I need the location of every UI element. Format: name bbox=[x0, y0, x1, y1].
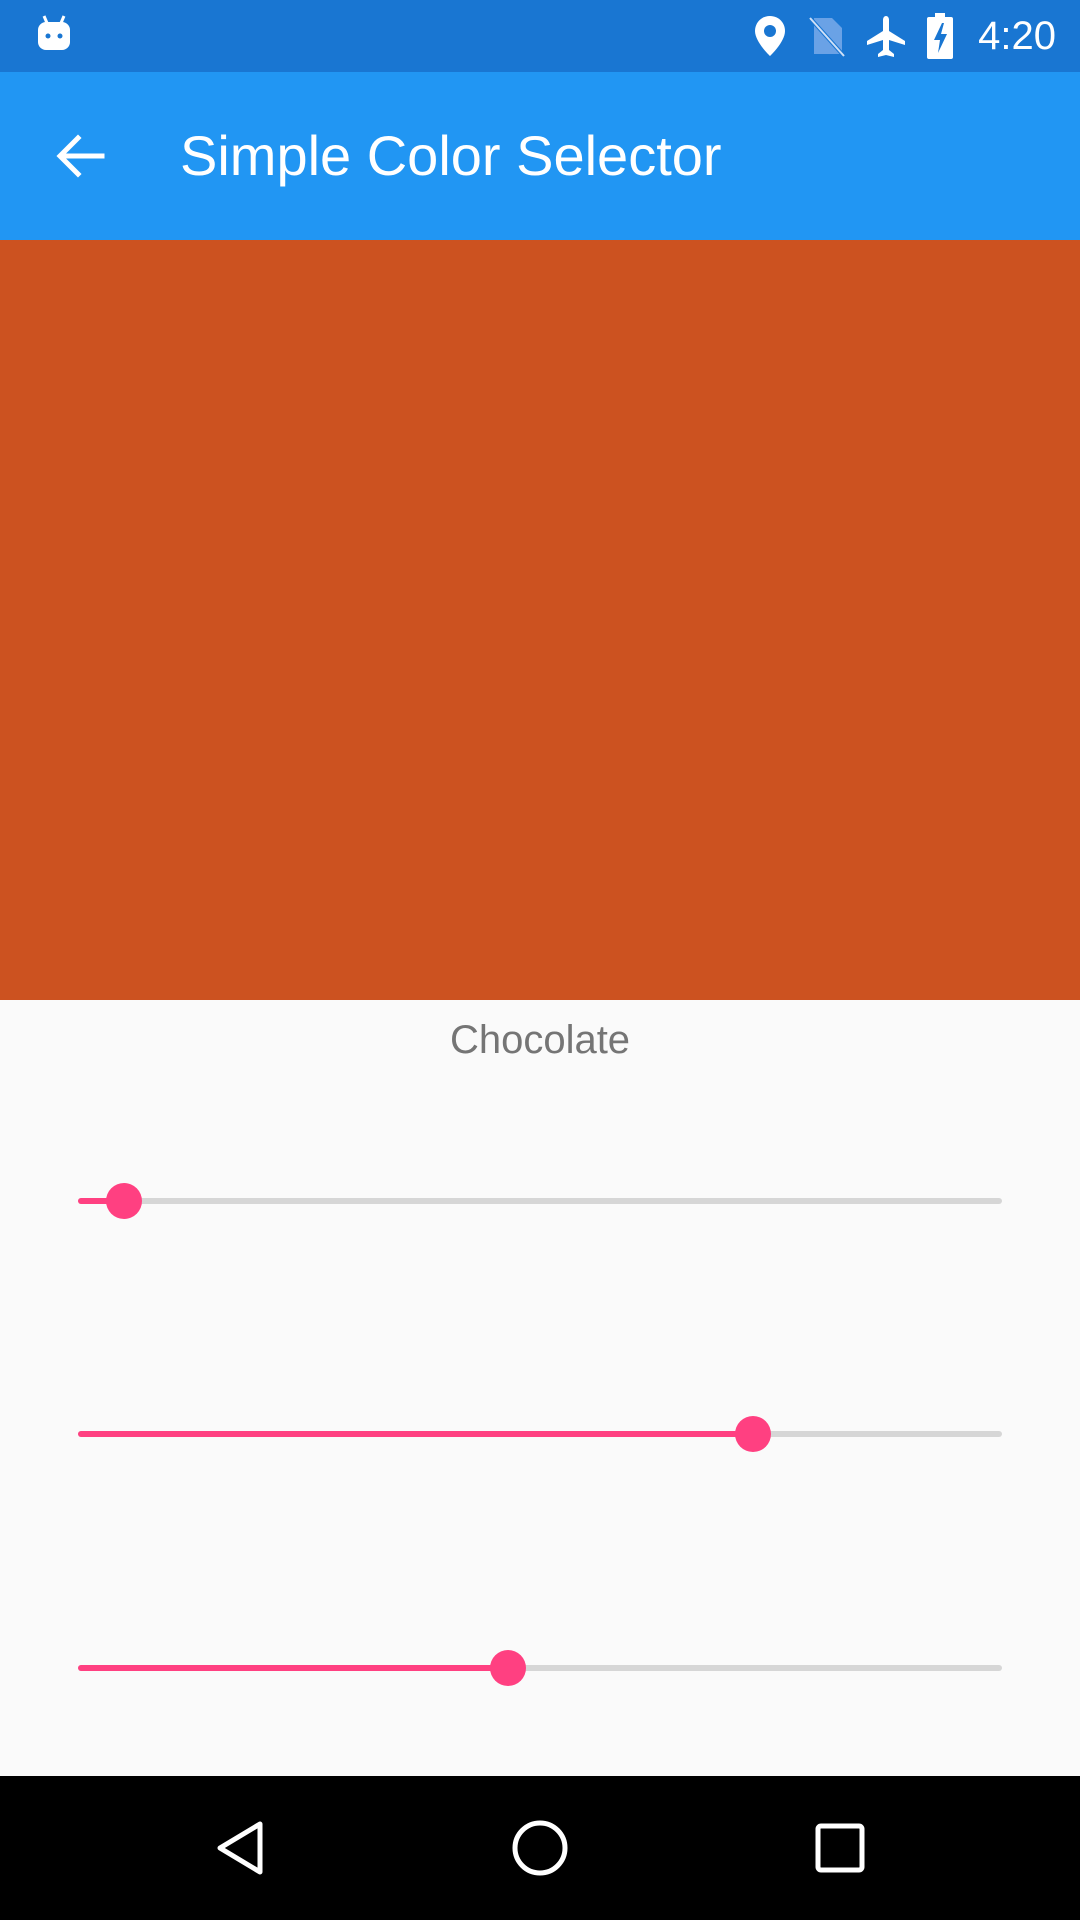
battery-charging-icon bbox=[927, 13, 954, 59]
android-notification-icon bbox=[38, 15, 70, 50]
back-button[interactable] bbox=[40, 116, 120, 196]
slider-blue[interactable] bbox=[78, 1637, 1002, 1697]
airplane-mode-icon bbox=[867, 16, 906, 57]
app-bar: Simple Color Selector bbox=[0, 72, 1080, 240]
back-triangle-icon bbox=[217, 1821, 263, 1875]
slider-thumb[interactable] bbox=[734, 1416, 771, 1452]
color-preview bbox=[0, 240, 1080, 1000]
no-sim-icon bbox=[808, 16, 846, 58]
slider-red[interactable] bbox=[78, 1170, 1002, 1230]
nav-home-button[interactable] bbox=[500, 1808, 580, 1888]
slider-fill bbox=[78, 1665, 508, 1671]
page-title: Simple Color Selector bbox=[180, 124, 722, 187]
navigation-bar bbox=[0, 1776, 1080, 1920]
slider-green[interactable] bbox=[78, 1403, 1002, 1463]
slider-thumb[interactable] bbox=[106, 1183, 143, 1219]
status-clock: 4:20 bbox=[978, 13, 1056, 58]
color-name-label: Chocolate bbox=[449, 1018, 631, 1062]
slider-track bbox=[78, 1198, 1002, 1204]
arrow-back-icon bbox=[56, 134, 105, 178]
slider-fill bbox=[78, 1431, 753, 1437]
nav-recents-button[interactable] bbox=[800, 1808, 880, 1888]
nav-back-button[interactable] bbox=[200, 1808, 280, 1888]
home-circle-icon bbox=[512, 1820, 568, 1876]
status-bar: 4:20 bbox=[0, 0, 1080, 72]
slider-thumb[interactable] bbox=[489, 1650, 526, 1686]
location-icon bbox=[755, 16, 786, 56]
recents-square-icon bbox=[815, 1823, 865, 1873]
